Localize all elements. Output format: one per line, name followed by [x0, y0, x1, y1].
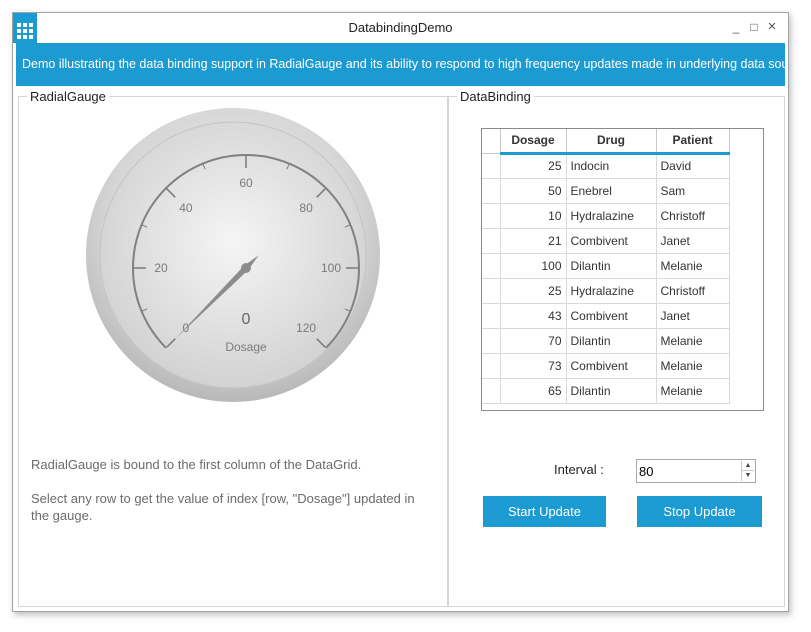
gauge-tick-label: 120	[296, 321, 316, 335]
cell-dosage[interactable]: 65	[500, 378, 567, 404]
title-bar: DatabindingDemo _ □ ×	[13, 13, 788, 43]
column-header-drug[interactable]: Drug	[566, 129, 657, 155]
cell-drug[interactable]: Hydralazine	[566, 278, 657, 304]
table-row[interactable]: 25 Hydralazine Christoff	[482, 278, 730, 304]
row-header-cell[interactable]	[482, 153, 501, 179]
cell-dosage[interactable]: 25	[500, 153, 567, 179]
data-grid[interactable]: Dosage Drug Patient 25 Indocin David 50 Eneb…	[481, 128, 764, 411]
row-header-cell[interactable]	[482, 328, 501, 354]
table-row[interactable]: 21 Combivent Janet	[482, 228, 730, 254]
row-header-cell[interactable]	[482, 278, 501, 304]
maximize-button[interactable]: □	[747, 20, 761, 34]
data-grid-table: Dosage Drug Patient 25 Indocin David 50 Eneb…	[482, 129, 730, 404]
row-header-cell[interactable]	[482, 228, 501, 254]
cell-patient[interactable]: David	[656, 153, 730, 179]
spin-down-icon[interactable]: ▼	[742, 471, 754, 481]
table-row[interactable]: 25 Indocin David	[482, 153, 730, 179]
gauge-tick-label: 80	[299, 201, 313, 215]
app-window: DatabindingDemo _ □ × Demo illustrating …	[12, 12, 789, 612]
grid-body: 25 Indocin David 50 Enebrel Sam 10 Hydralazine C…	[482, 153, 730, 404]
cell-drug[interactable]: Dilantin	[566, 378, 657, 404]
cell-patient[interactable]: Janet	[656, 228, 730, 254]
grid-row-header-corner	[482, 129, 501, 154]
cell-patient[interactable]: Melanie	[656, 378, 730, 404]
minimize-button[interactable]: _	[729, 20, 743, 34]
gauge-needle-cap	[241, 263, 251, 273]
table-row[interactable]: 43 Combivent Janet	[482, 303, 730, 329]
cell-drug[interactable]: Combivent	[566, 353, 657, 379]
gauge-label: Dosage	[225, 340, 267, 354]
row-header-cell[interactable]	[482, 203, 501, 229]
spinner-arrows: ▲ ▼	[741, 461, 754, 481]
window-title: DatabindingDemo	[348, 20, 453, 35]
column-header-dosage[interactable]: Dosage	[500, 129, 567, 155]
cell-patient[interactable]: Sam	[656, 178, 730, 204]
interval-value[interactable]: 80	[639, 464, 653, 479]
row-header-cell[interactable]	[482, 378, 501, 404]
cell-dosage[interactable]: 25	[500, 278, 567, 304]
cell-dosage[interactable]: 43	[500, 303, 567, 329]
row-header-cell[interactable]	[482, 178, 501, 204]
cell-dosage[interactable]: 21	[500, 228, 567, 254]
cell-drug[interactable]: Hydralazine	[566, 203, 657, 229]
cell-patient[interactable]: Janet	[656, 303, 730, 329]
cell-drug[interactable]: Combivent	[566, 228, 657, 254]
cell-dosage[interactable]: 10	[500, 203, 567, 229]
row-header-cell[interactable]	[482, 253, 501, 279]
table-row[interactable]: 10 Hydralazine Christoff	[482, 203, 730, 229]
cell-patient[interactable]: Melanie	[656, 328, 730, 354]
cell-drug[interactable]: Dilantin	[566, 328, 657, 354]
cell-patient[interactable]: Melanie	[656, 353, 730, 379]
gauge-tick-label: 20	[154, 261, 168, 275]
gauge-description-1: RadialGauge is bound to the first column…	[31, 457, 362, 472]
close-button[interactable]: ×	[765, 19, 779, 34]
table-row[interactable]: 65 Dilantin Melanie	[482, 378, 730, 404]
table-row[interactable]: 100 Dilantin Melanie	[482, 253, 730, 279]
cell-drug[interactable]: Indocin	[566, 153, 657, 179]
cell-patient[interactable]: Melanie	[656, 253, 730, 279]
row-header-cell[interactable]	[482, 353, 501, 379]
start-update-button[interactable]: Start Update	[483, 496, 606, 527]
grid-header-row: Dosage Drug Patient	[482, 129, 730, 155]
table-row[interactable]: 73 Combivent Melanie	[482, 353, 730, 379]
gauge-value-text: 0	[242, 311, 251, 328]
cell-patient[interactable]: Christoff	[656, 203, 730, 229]
interval-label: Interval :	[554, 462, 604, 477]
description-banner: Demo illustrating the data binding suppo…	[16, 43, 785, 86]
table-row[interactable]: 70 Dilantin Melanie	[482, 328, 730, 354]
gauge-description-2: Select any row to get the value of index…	[31, 491, 415, 523]
cell-patient[interactable]: Christoff	[656, 278, 730, 304]
gauge-tick-label: 100	[321, 261, 341, 275]
gauge-tick-label: 40	[179, 201, 193, 215]
column-header-patient[interactable]: Patient	[656, 129, 730, 155]
interval-spinner[interactable]: 80 ▲ ▼	[636, 459, 756, 483]
cell-dosage[interactable]: 100	[500, 253, 567, 279]
stop-update-button[interactable]: Stop Update	[637, 496, 762, 527]
radialgauge-header: RadialGauge	[27, 89, 109, 104]
cell-drug[interactable]: Enebrel	[566, 178, 657, 204]
radial-gauge: 0 20 40 60 80 100 120 0 Dosage	[86, 108, 380, 402]
row-header-cell[interactable]	[482, 303, 501, 329]
cell-drug[interactable]: Combivent	[566, 303, 657, 329]
cell-dosage[interactable]: 73	[500, 353, 567, 379]
table-row[interactable]: 50 Enebrel Sam	[482, 178, 730, 204]
cell-dosage[interactable]: 50	[500, 178, 567, 204]
cell-dosage[interactable]: 70	[500, 328, 567, 354]
gauge-tick-label: 60	[239, 176, 253, 190]
cell-drug[interactable]: Dilantin	[566, 253, 657, 279]
databinding-header: DataBinding	[457, 89, 534, 104]
spin-up-icon[interactable]: ▲	[742, 461, 754, 471]
